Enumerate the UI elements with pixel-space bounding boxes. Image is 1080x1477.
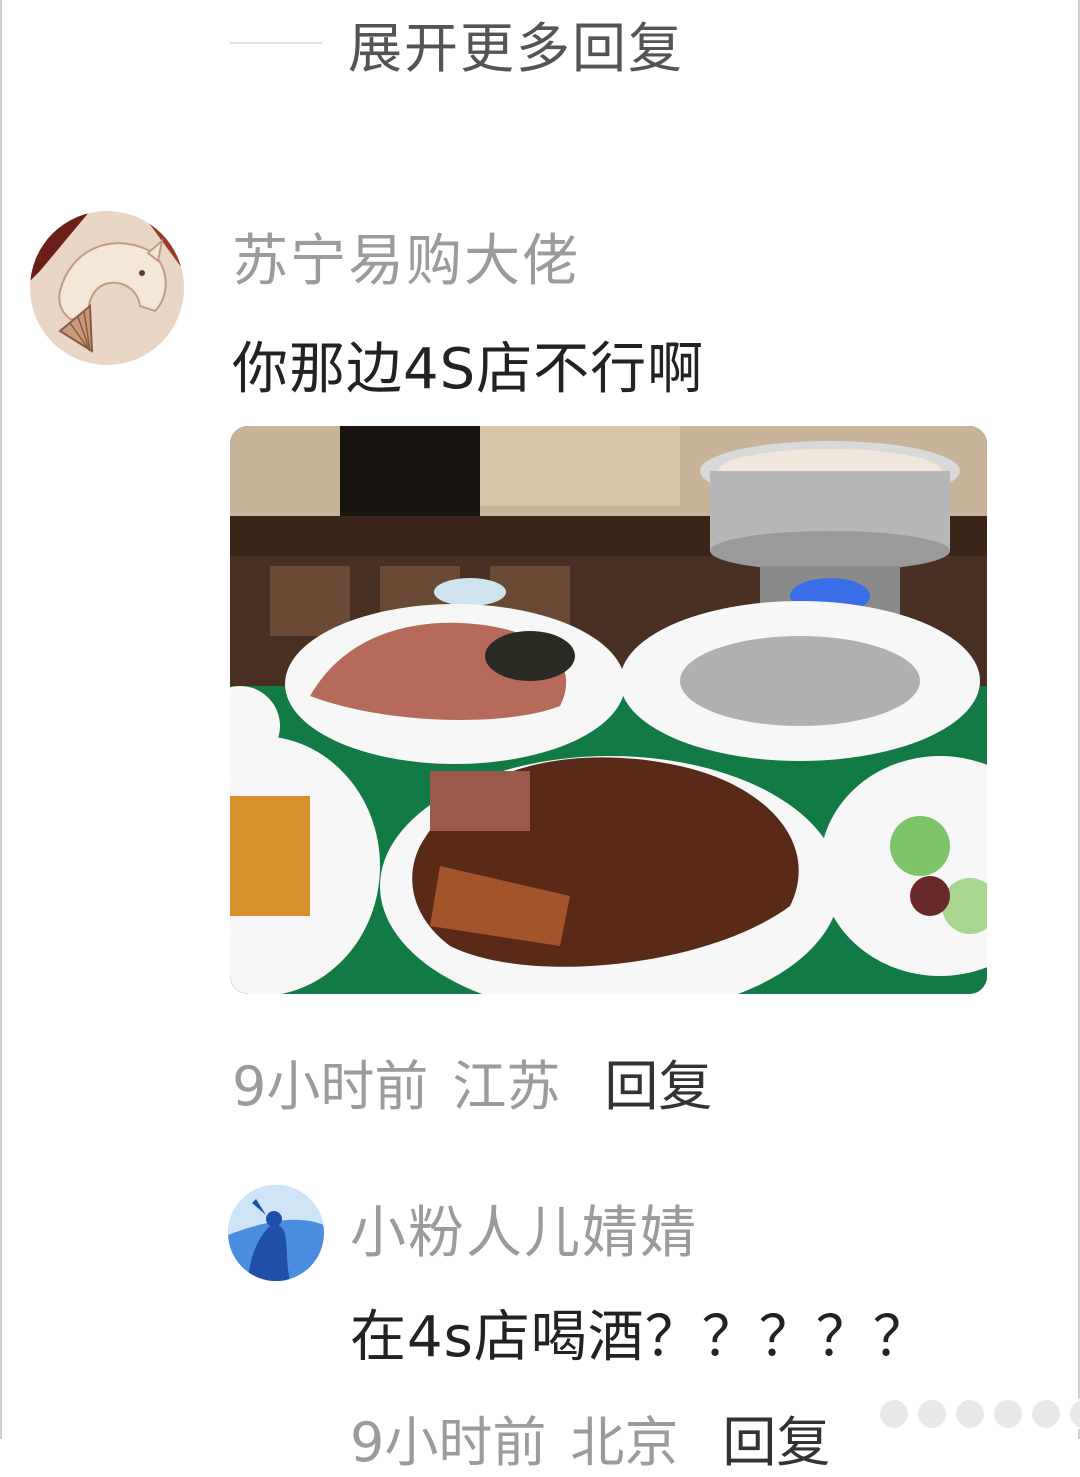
comment-username[interactable]: 苏宁易购大佬 bbox=[232, 216, 580, 297]
blue-figure-avatar-icon bbox=[228, 1185, 324, 1281]
horse-fan-avatar-icon bbox=[30, 211, 184, 365]
reply-button[interactable]: 回复 bbox=[722, 1398, 830, 1477]
watermark-dots bbox=[878, 1398, 1080, 1430]
comment-username[interactable]: 小粉人儿婧婧 bbox=[350, 1188, 698, 1269]
comment-photo[interactable] bbox=[230, 426, 987, 994]
comment-text: 在4s店喝酒？？？？？ bbox=[350, 1305, 930, 1370]
avatar-xiaofen[interactable] bbox=[228, 1185, 324, 1281]
comment-location: 江苏 bbox=[452, 1055, 561, 1118]
expand-more-replies-label: 展开更多回复 bbox=[348, 16, 684, 80]
comment-time: 9小时前 bbox=[232, 1055, 429, 1118]
comment-meta: 9小时前 江苏 回复 bbox=[232, 1042, 712, 1121]
comment-time: 9小时前 bbox=[350, 1411, 547, 1474]
comment-text: 你那边4S店不行啊 bbox=[232, 337, 705, 402]
expand-more-replies-button[interactable]: 展开更多回复 bbox=[230, 8, 684, 80]
left-edge-border bbox=[0, 0, 2, 1439]
expand-divider-line bbox=[230, 42, 322, 44]
dinner-table-photo bbox=[230, 426, 987, 994]
avatar-suning[interactable] bbox=[30, 211, 184, 365]
comment-location: 北京 bbox=[570, 1411, 679, 1474]
reply-button[interactable]: 回复 bbox=[604, 1042, 712, 1121]
comment-meta: 9小时前 北京 回复 bbox=[350, 1398, 830, 1477]
